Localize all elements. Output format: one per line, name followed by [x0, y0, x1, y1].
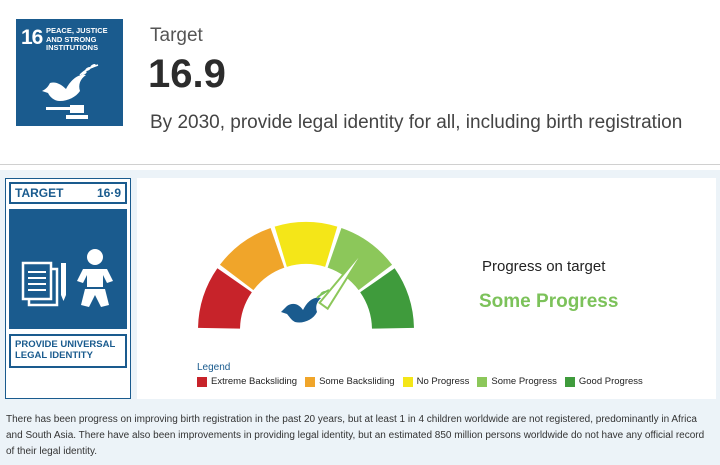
legend-label: Good Progress — [578, 376, 643, 387]
summary-section: There has been progress on improving bir… — [0, 407, 720, 465]
legend-item-good-progress: Good Progress — [564, 376, 643, 387]
target-card-footer: PROVIDE UNIVERSAL LEGAL IDENTITY — [9, 334, 127, 368]
legend-item-some-backsliding: Some Backsliding — [305, 376, 395, 387]
goal-title: PEACE, JUSTICE AND STRONG INSTITUTIONS — [46, 26, 108, 52]
legend-label: No Progress — [416, 376, 470, 387]
target-card-number: 16·9 — [96, 186, 121, 200]
progress-gauge — [198, 222, 414, 329]
target-description: By 2030, provide legal identity for all,… — [150, 112, 683, 133]
progress-caption: Progress on target — [482, 258, 606, 275]
legend-item-no-progress: No Progress — [402, 376, 470, 387]
legend-item-extreme-backsliding: Extreme Backsliding — [197, 376, 297, 387]
legend-label: Some Progress — [491, 376, 557, 387]
progress-chart: Progress on target Some Progress Legend … — [137, 178, 716, 399]
goal-number: 16 — [21, 26, 43, 49]
legend-label: Extreme Backsliding — [211, 376, 298, 387]
gauge-segment-no-progress — [274, 222, 338, 267]
progress-status: Some Progress — [479, 291, 619, 312]
target-header: 16 PEACE, JUSTICE AND STRONG INSTITUTION… — [0, 0, 720, 165]
legend-swatch — [477, 376, 488, 387]
progress-panel: TARGET 16·9 PROVIDE UNIVERSAL LEGAL IDEN… — [0, 170, 720, 407]
target-card: TARGET 16·9 PROVIDE UNIVERSAL LEGAL IDEN… — [5, 178, 131, 399]
target-number: 16.9 — [148, 52, 226, 96]
dove-gavel-icon — [42, 64, 99, 119]
legend-swatch — [197, 376, 207, 387]
legend-swatch — [305, 376, 316, 387]
target-card-illustration — [9, 209, 127, 329]
legend-swatch — [402, 376, 413, 387]
legend-item-some-progress: Some Progress — [477, 376, 557, 387]
target-label: Target — [150, 25, 203, 46]
legend-title: Legend — [197, 362, 231, 373]
target-card-label: TARGET — [15, 186, 64, 200]
summary-text: There has been progress on improving bir… — [6, 414, 705, 457]
legend-label: Some Backsliding — [319, 376, 395, 387]
legend-swatch — [564, 376, 575, 387]
legend: Extreme Backsliding Some Backsliding No … — [197, 376, 651, 387]
target-card-header: TARGET 16·9 — [9, 182, 127, 204]
dove-icon — [281, 289, 330, 323]
sdg-goal-16-logo: 16 PEACE, JUSTICE AND STRONG INSTITUTION… — [16, 19, 123, 126]
document-baby-icon — [21, 249, 113, 307]
